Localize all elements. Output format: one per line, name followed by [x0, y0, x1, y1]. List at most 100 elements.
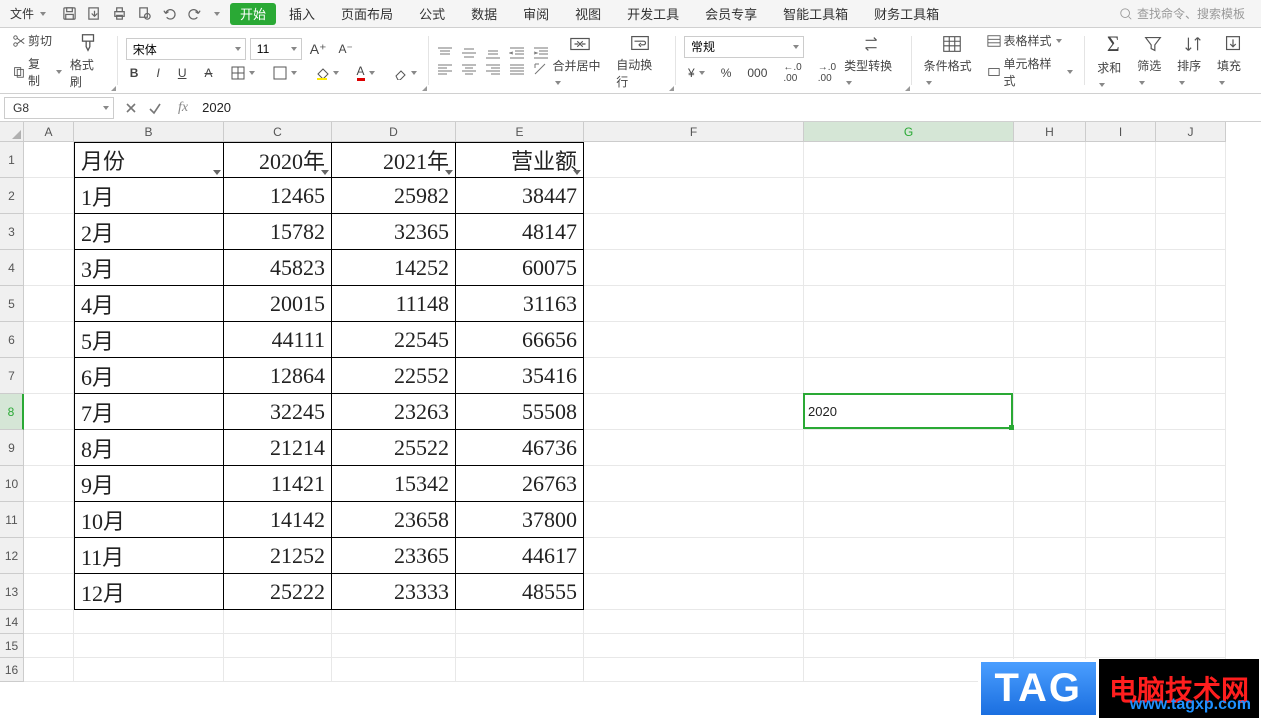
- col-header-B[interactable]: B: [74, 122, 224, 142]
- cell-I12[interactable]: [1086, 538, 1156, 574]
- cell-C6[interactable]: 44111: [224, 322, 332, 358]
- tab-插入[interactable]: 插入: [276, 0, 328, 28]
- tab-财务工具箱[interactable]: 财务工具箱: [861, 0, 952, 28]
- cell-H2[interactable]: [1014, 178, 1086, 214]
- cell-F6[interactable]: [584, 322, 804, 358]
- cell-J6[interactable]: [1156, 322, 1226, 358]
- tab-数据[interactable]: 数据: [458, 0, 510, 28]
- cell-J8[interactable]: [1156, 394, 1226, 430]
- cell-J9[interactable]: [1156, 430, 1226, 466]
- row-header-13[interactable]: 13: [0, 574, 24, 610]
- cell-D8[interactable]: 23263: [332, 394, 456, 430]
- cell-I14[interactable]: [1086, 610, 1156, 634]
- cell-E14[interactable]: [456, 610, 584, 634]
- name-box[interactable]: G8: [4, 97, 114, 119]
- row-header-8[interactable]: 8: [0, 394, 24, 430]
- cell-A2[interactable]: [24, 178, 74, 214]
- cell-F12[interactable]: [584, 538, 804, 574]
- cell-E10[interactable]: 26763: [456, 466, 584, 502]
- cell-F7[interactable]: [584, 358, 804, 394]
- orientation-icon[interactable]: [533, 62, 549, 76]
- cell-I8[interactable]: [1086, 394, 1156, 430]
- cell-B14[interactable]: [74, 610, 224, 634]
- number-format-combo[interactable]: 常规: [684, 36, 804, 58]
- cell-H5[interactable]: [1014, 286, 1086, 322]
- cell-G14[interactable]: [804, 610, 1014, 634]
- cell-D2[interactable]: 25982: [332, 178, 456, 214]
- cell-F9[interactable]: [584, 430, 804, 466]
- cell-J7[interactable]: [1156, 358, 1226, 394]
- cell-J1[interactable]: [1156, 142, 1226, 178]
- cell-E1[interactable]: 营业额: [456, 142, 584, 178]
- cell-B12[interactable]: 11月: [74, 538, 224, 574]
- filter-dropdown-icon[interactable]: [213, 170, 221, 175]
- cell-E12[interactable]: 44617: [456, 538, 584, 574]
- tab-页面布局[interactable]: 页面布局: [328, 0, 406, 28]
- cell-C10[interactable]: 11421: [224, 466, 332, 502]
- cell-D3[interactable]: 32365: [332, 214, 456, 250]
- cell-G11[interactable]: [804, 502, 1014, 538]
- search-commands[interactable]: 查找命令、搜索模板: [1119, 5, 1257, 22]
- col-header-H[interactable]: H: [1014, 122, 1086, 142]
- cell-D7[interactable]: 22552: [332, 358, 456, 394]
- cell-A3[interactable]: [24, 214, 74, 250]
- cell-H7[interactable]: [1014, 358, 1086, 394]
- cell-A13[interactable]: [24, 574, 74, 610]
- row-header-3[interactable]: 3: [0, 214, 24, 250]
- cell-A1[interactable]: [24, 142, 74, 178]
- comma-button[interactable]: 000: [743, 64, 771, 82]
- clear-format-button[interactable]: [389, 64, 421, 82]
- tab-视图[interactable]: 视图: [562, 0, 614, 28]
- cell-G13[interactable]: [804, 574, 1014, 610]
- cell-A11[interactable]: [24, 502, 74, 538]
- decrease-indent-icon[interactable]: [509, 46, 525, 60]
- percent-button[interactable]: %: [717, 64, 736, 82]
- col-header-A[interactable]: A: [24, 122, 74, 142]
- cut-button[interactable]: 剪切: [8, 30, 66, 51]
- tab-智能工具箱[interactable]: 智能工具箱: [770, 0, 861, 28]
- undo-icon[interactable]: [162, 6, 177, 21]
- cell-F13[interactable]: [584, 574, 804, 610]
- copy-button[interactable]: 复制: [8, 53, 66, 91]
- formula-bar-input[interactable]: 2020: [194, 97, 1261, 119]
- cell-C8[interactable]: 32245: [224, 394, 332, 430]
- borders-button[interactable]: [227, 64, 259, 82]
- cell-G5[interactable]: [804, 286, 1014, 322]
- italic-button[interactable]: I: [152, 64, 163, 82]
- cell-B13[interactable]: 12月: [74, 574, 224, 610]
- format-painter-button[interactable]: 格式刷: [66, 31, 110, 91]
- row-header-12[interactable]: 12: [0, 538, 24, 574]
- align-right-icon[interactable]: [485, 62, 501, 76]
- tab-会员专享[interactable]: 会员专享: [692, 0, 770, 28]
- col-header-J[interactable]: J: [1156, 122, 1226, 142]
- confirm-edit-icon[interactable]: [148, 101, 162, 115]
- filter-dropdown-icon[interactable]: [445, 170, 453, 175]
- cell-E9[interactable]: 46736: [456, 430, 584, 466]
- cell-F4[interactable]: [584, 250, 804, 286]
- select-all-corner[interactable]: [0, 122, 24, 142]
- increase-decimal-button[interactable]: ←.0.00: [779, 60, 805, 86]
- cell-D5[interactable]: 11148: [332, 286, 456, 322]
- save-icon[interactable]: [62, 6, 77, 21]
- col-header-F[interactable]: F: [584, 122, 804, 142]
- col-header-E[interactable]: E: [456, 122, 584, 142]
- col-header-C[interactable]: C: [224, 122, 332, 142]
- cell-B6[interactable]: 5月: [74, 322, 224, 358]
- cell-I4[interactable]: [1086, 250, 1156, 286]
- cell-I6[interactable]: [1086, 322, 1156, 358]
- cell-C12[interactable]: 21252: [224, 538, 332, 574]
- cell-F14[interactable]: [584, 610, 804, 634]
- align-top-icon[interactable]: [437, 46, 453, 60]
- cell-D13[interactable]: 23333: [332, 574, 456, 610]
- row-header-11[interactable]: 11: [0, 502, 24, 538]
- cell-B8[interactable]: 7月: [74, 394, 224, 430]
- cell-I3[interactable]: [1086, 214, 1156, 250]
- redo-icon[interactable]: [187, 6, 202, 21]
- cell-I11[interactable]: [1086, 502, 1156, 538]
- cell-E16[interactable]: [456, 658, 584, 682]
- col-header-G[interactable]: G: [804, 122, 1014, 142]
- cell-H6[interactable]: [1014, 322, 1086, 358]
- cell-H13[interactable]: [1014, 574, 1086, 610]
- tab-开发工具[interactable]: 开发工具: [614, 0, 692, 28]
- sum-button[interactable]: Σ 求和: [1093, 31, 1133, 91]
